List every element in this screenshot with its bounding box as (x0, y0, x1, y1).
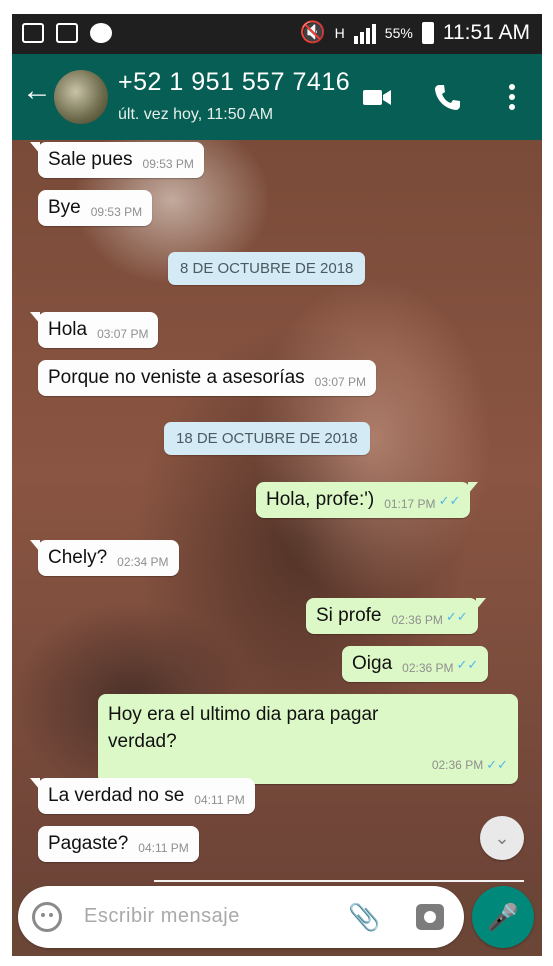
last-seen: últ. vez hoy, 11:50 AM (118, 106, 274, 123)
status-bar: 🔇 H 55% 11:51 AM (12, 14, 542, 54)
more-vert-icon[interactable] (504, 82, 534, 112)
double-check-icon: ✓✓ (445, 609, 468, 624)
message-outgoing[interactable]: Si profe 02:36 PM ✓✓ (306, 598, 486, 634)
voicemail-notification-icon (56, 23, 78, 43)
message-time: 09:53 PM (90, 205, 143, 219)
contact-name[interactable]: +52 1 951 557 7416 (118, 68, 350, 97)
phone-screen: 🔇 H 55% 11:51 AM ← +52 1 951 557 7416 úl… (12, 14, 542, 956)
battery-icon (421, 22, 434, 44)
message-text: Si profe (316, 605, 382, 626)
message-incoming[interactable]: Sale pues 09:53 PM (30, 142, 204, 178)
message-text: Hola (48, 319, 88, 340)
video-call-icon[interactable] (362, 82, 392, 112)
chat-area[interactable]: Sale pues 09:53 PM Bye 09:53 PM 8 DE OCTUB… (12, 140, 542, 884)
scroll-to-bottom-button[interactable]: ⌄ (480, 816, 524, 860)
mic-button[interactable]: 🎤 (472, 886, 534, 948)
message-incoming[interactable]: Pagaste? 04:11 PM (38, 826, 199, 862)
message-text: Hola, profe:') (266, 489, 375, 510)
date-separator: 8 DE OCTUBRE DE 2018 (168, 252, 366, 285)
battery-percent: 55% (384, 25, 413, 41)
message-time: 02:36 PM (402, 661, 454, 675)
message-text: Sale pues (48, 149, 133, 170)
message-time: 02:36 PM (391, 613, 443, 627)
message-text: Chely? (48, 547, 108, 568)
muted-speaker-icon: 🔇 (299, 21, 326, 44)
message-outgoing[interactable]: Hola, profe:') 01:17 PM ✓✓ (256, 482, 479, 518)
message-text: Pagaste? (48, 833, 129, 854)
message-input[interactable]: Escribir mensaje (84, 905, 240, 928)
message-time: 03:07 PM (97, 327, 149, 341)
message-time: 04:11 PM (194, 793, 245, 807)
phone-icon[interactable] (432, 82, 462, 112)
message-incoming[interactable]: La verdad no se 04:11 PM (30, 778, 255, 814)
double-check-icon: ✓✓ (486, 757, 508, 772)
gallery-notification-icon (22, 23, 44, 43)
message-time: 02:34 PM (117, 555, 169, 569)
message-time: 04:11 PM (138, 841, 189, 855)
message-text: Hoy era el ultimo dia para pagar verdad? (108, 704, 379, 752)
back-arrow-icon[interactable]: ← (22, 76, 52, 106)
camera-icon[interactable] (416, 904, 444, 930)
divider (154, 880, 524, 882)
double-check-icon: ✓✓ (438, 493, 461, 508)
message-text: Bye (48, 197, 81, 218)
emoji-icon[interactable] (32, 902, 62, 932)
date-separator: 18 DE OCTUBRE DE 2018 (164, 422, 370, 455)
message-incoming[interactable]: Bye 09:53 PM (38, 190, 153, 226)
message-incoming[interactable]: Chely? 02:34 PM (30, 540, 179, 576)
signal-bars-icon (353, 22, 376, 44)
message-time: 01:17 PM (384, 497, 436, 511)
message-text: La verdad no se (48, 785, 185, 806)
message-text: Porque no veniste a asesorías (48, 367, 305, 388)
clock: 11:51 AM (442, 21, 530, 44)
avatar[interactable] (54, 70, 108, 124)
attach-icon[interactable]: 📎 (348, 902, 380, 933)
message-incoming[interactable]: Porque no veniste a asesorías 03:07 PM (38, 360, 377, 396)
message-text: Oiga (352, 653, 393, 674)
chat-header: ← +52 1 951 557 7416 últ. vez hoy, 11:50… (12, 54, 542, 140)
message-outgoing[interactable]: Hoy era el ultimo dia para pagar verdad?… (98, 694, 518, 784)
message-time: 02:36 PM (431, 758, 484, 772)
message-time: 09:53 PM (142, 157, 194, 171)
notification-icons (22, 23, 112, 43)
message-time: 03:07 PM (314, 375, 367, 389)
system-status: 🔇 H 55% 11:51 AM (300, 21, 530, 45)
network-type: H (334, 25, 345, 41)
message-incoming[interactable]: Hola 03:07 PM (29, 312, 159, 348)
message-outgoing[interactable]: Oiga 02:36 PM ✓✓ (342, 646, 489, 682)
message-composer: Escribir mensaje 📎 (18, 886, 464, 948)
double-check-icon: ✓✓ (456, 657, 479, 672)
app-notification-icon (90, 23, 112, 43)
